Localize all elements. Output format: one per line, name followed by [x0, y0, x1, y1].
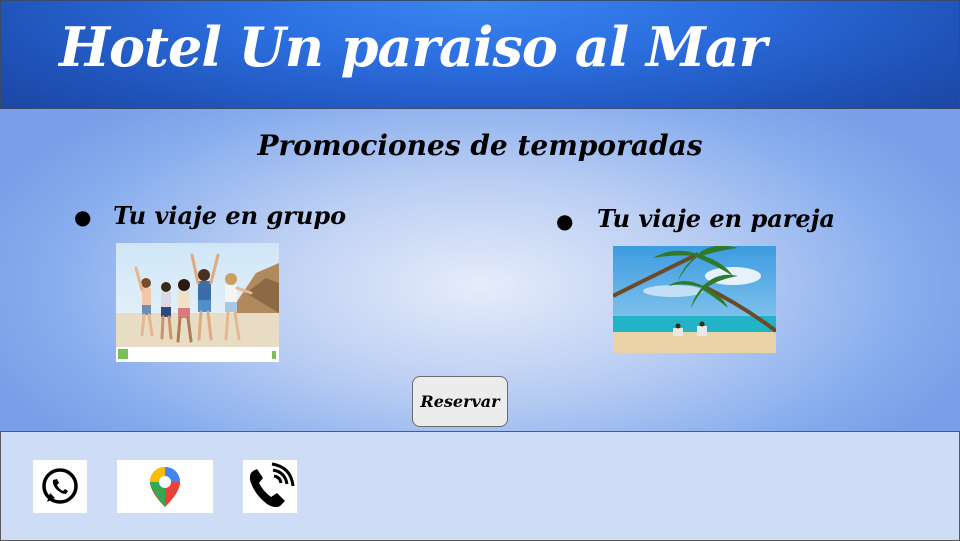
- hotel-title: Hotel Un paraiso al Mar: [59, 15, 767, 79]
- promo-item-group-label[interactable]: Tu viaje en grupo: [113, 201, 346, 230]
- reserve-button[interactable]: Reservar: [412, 376, 508, 427]
- google-maps-icon[interactable]: [117, 460, 213, 513]
- promotions-section: Promociones de temporadas ● Tu viaje en …: [0, 109, 960, 431]
- header-banner: Hotel Un paraiso al Mar: [0, 0, 960, 109]
- couple-beach-photo[interactable]: [613, 246, 776, 353]
- bullet-icon: ●: [556, 209, 574, 233]
- whatsapp-icon[interactable]: [33, 460, 87, 513]
- phone-icon[interactable]: [243, 460, 297, 513]
- promotions-title: Promociones de temporadas: [257, 129, 703, 162]
- footer-bar: [0, 431, 960, 541]
- group-beach-photo[interactable]: [116, 243, 279, 362]
- promo-item-couple-label[interactable]: Tu viaje en pareja: [597, 204, 835, 233]
- bullet-icon: ●: [74, 205, 92, 229]
